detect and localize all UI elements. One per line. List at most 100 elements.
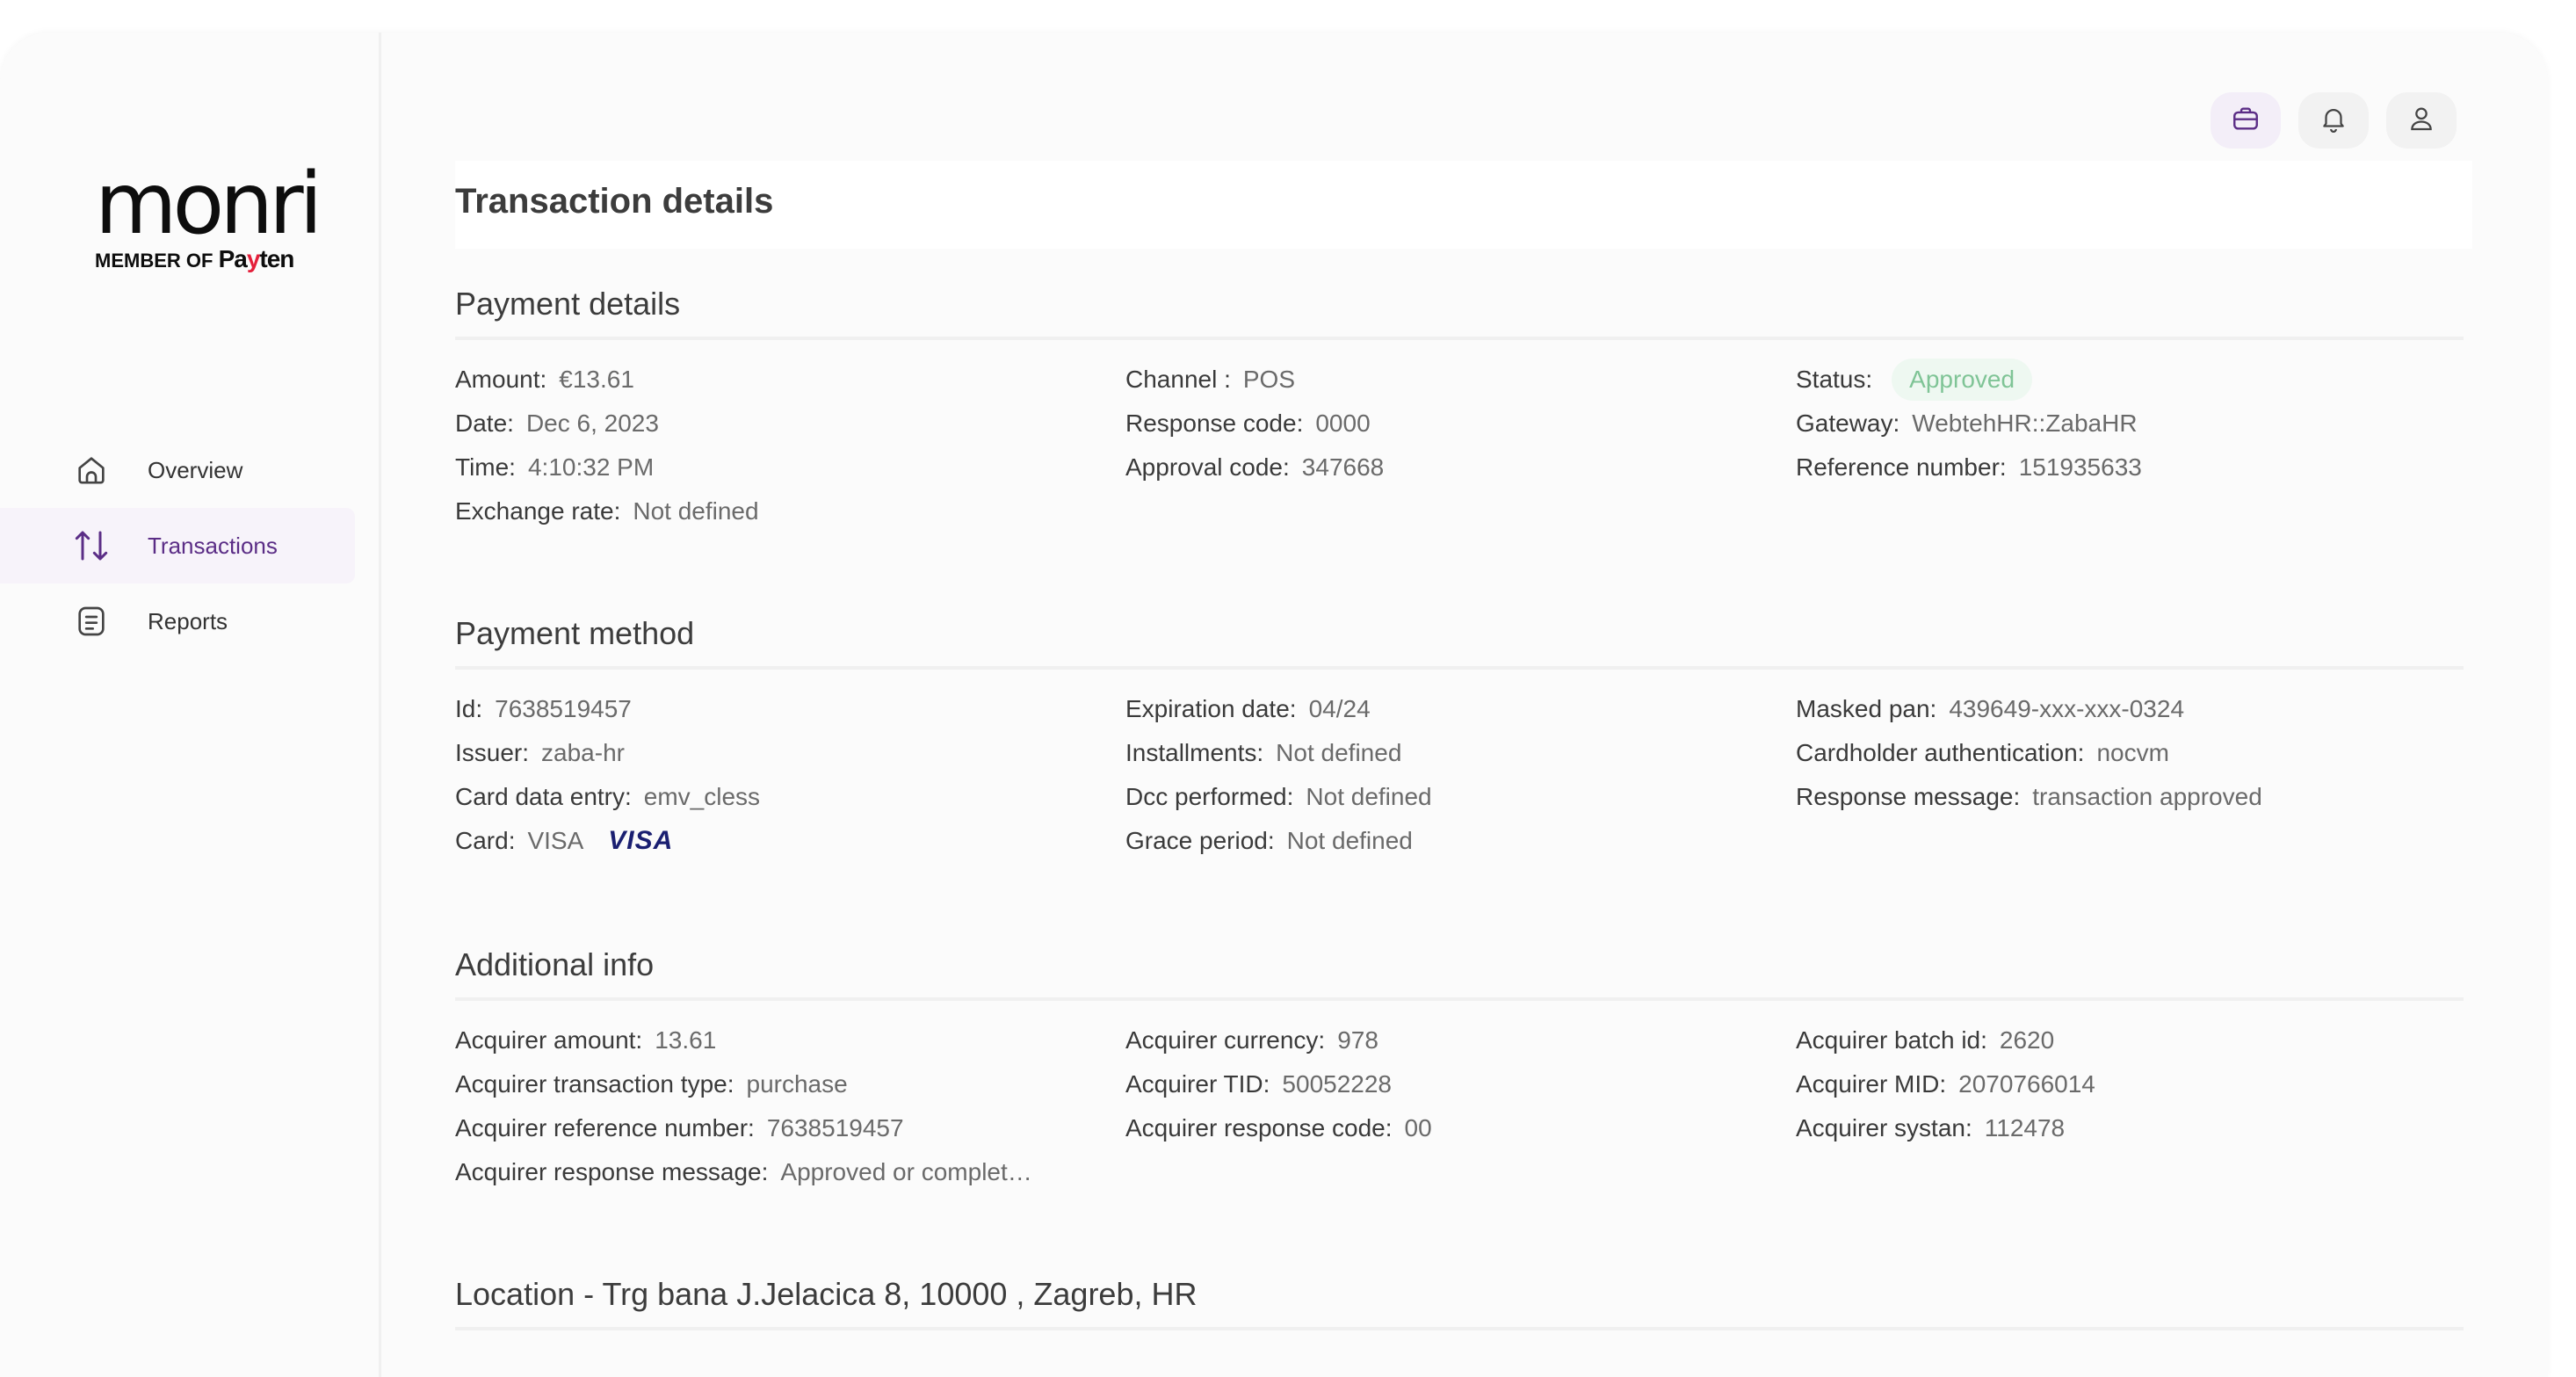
field-label: Masked pan: [1796, 695, 1937, 722]
field-column: Acquirer currency: 978 Acquirer TID: 50052… [1125, 1018, 1432, 1150]
field-label: Acquirer transaction type: [455, 1070, 734, 1098]
field-acquirer-transaction-type: Acquirer transaction type: purchase [455, 1062, 1032, 1106]
header-actions [2211, 92, 2457, 149]
bell-icon [2319, 104, 2348, 137]
field-acquirer-batch-id: Acquirer batch id: 2620 [1796, 1018, 2095, 1062]
field-value: €13.61 [559, 366, 634, 393]
field-acquirer-reference-number: Acquirer reference number: 7638519457 [455, 1106, 1032, 1150]
app-window: monri MEMBER OF Payten Overview Transact… [0, 33, 2548, 1377]
field-time: Time: 4:10:32 PM [455, 446, 759, 489]
field-value: 7638519457 [766, 1114, 904, 1141]
sidebar-item-label: Reports [148, 607, 228, 634]
field-value: 347668 [1301, 453, 1385, 481]
field-label: Acquirer systan: [1796, 1114, 1972, 1141]
section-title: Location - Trg bana J.Jelacica 8, 10000 … [455, 1276, 1198, 1312]
field-label: Response code: [1125, 409, 1304, 437]
field-acquirer-currency: Acquirer currency: 978 [1125, 1018, 1432, 1062]
field-value: 0000 [1315, 409, 1371, 437]
sidebar-item-overview[interactable]: Overview [0, 432, 355, 508]
field-value: 978 [1337, 1026, 1378, 1054]
field-dcc-performed: Dcc performed: Not defined [1125, 775, 1432, 819]
monri-logo[interactable]: monri MEMBER OF Payten [95, 162, 322, 272]
field-value: nocvm [2096, 739, 2169, 766]
field-value: 439649-xxx-xxx-0324 [1949, 695, 2185, 722]
notifications-button[interactable] [2298, 92, 2369, 149]
field-label: Card: [455, 827, 516, 854]
payten-wordmark: Payten [218, 245, 295, 272]
field-value: Approved or complet… [780, 1158, 1032, 1185]
field-label: Cardholder authentication: [1796, 739, 2085, 766]
field-installments: Installments: Not defined [1125, 731, 1432, 775]
field-value: 13.61 [655, 1026, 717, 1054]
field-column: Expiration date: 04/24 Installments: Not d… [1125, 687, 1432, 863]
transactions-icon [72, 526, 111, 565]
field-status: Status: Approved [1796, 358, 2142, 402]
payment-method-section: Payment method Id: 7638519457 Issuer: zaba… [455, 608, 2464, 855]
field-label: Issuer: [455, 739, 530, 766]
sidebar-nav: Overview Transactions Reports [0, 432, 355, 659]
field-label: Response message: [1796, 783, 2021, 810]
field-response-code: Response code: 0000 [1125, 402, 1384, 446]
payten-part-1: Pa [218, 245, 248, 272]
visa-logo: VISA [608, 826, 674, 855]
logo-subtitle: MEMBER OF Payten [95, 245, 300, 273]
profile-button[interactable] [2386, 92, 2457, 149]
field-value: 4:10:32 PM [527, 453, 655, 481]
field-value: zaba-hr [541, 739, 625, 766]
field-label: Date: [455, 409, 514, 437]
field-channel: Channel : POS [1125, 358, 1384, 402]
field-value: emv_cless [643, 783, 761, 810]
field-value: Dec 6, 2023 [525, 409, 659, 437]
field-value: 50052228 [1282, 1070, 1392, 1098]
section-title: Payment method [455, 615, 695, 651]
field-value: Not defined [1276, 739, 1402, 766]
field-value: transaction approved [2032, 783, 2262, 810]
field-expiration-date: Expiration date: 04/24 [1125, 687, 1432, 731]
field-acquirer-mid: Acquirer MID: 2070766014 [1796, 1062, 2095, 1106]
field-value: 7638519457 [495, 695, 632, 722]
user-icon [2406, 104, 2436, 137]
field-label: Acquirer TID: [1125, 1070, 1270, 1098]
section-divider [455, 337, 2464, 340]
reports-icon [72, 602, 111, 641]
field-label: Expiration date: [1125, 695, 1297, 722]
field-label: Approval code: [1125, 453, 1290, 481]
field-value: 04/24 [1308, 695, 1371, 722]
field-grace-period: Grace period: Not defined [1125, 819, 1432, 863]
field-id: Id: 7638519457 [455, 687, 760, 731]
field-value: 00 [1404, 1114, 1432, 1141]
field-card-data-entry: Card data entry: emv_cless [455, 775, 760, 819]
sidebar-item-transactions[interactable]: Transactions [0, 508, 355, 583]
payment-details-section: Payment details Amount: €13.61 Date: Dec 6… [455, 279, 2464, 525]
field-label: Amount: [455, 366, 547, 393]
field-label: Acquirer currency: [1125, 1026, 1326, 1054]
field-value: POS [1242, 366, 1296, 393]
field-column: Masked pan: 439649-xxx-xxx-0324 Cardholde… [1796, 687, 2262, 819]
field-label: Grace period: [1125, 827, 1275, 854]
additional-info-section: Additional info Acquirer amount: 13.61 Ac… [455, 939, 2464, 1185]
section-title: Payment details [455, 286, 681, 322]
field-label: Acquirer batch id: [1796, 1026, 1987, 1054]
field-label: Reference number: [1796, 453, 2007, 481]
field-value: Not defined [1306, 783, 1432, 810]
section-divider [455, 1327, 2464, 1330]
location-section: Location - Trg bana J.Jelacica 8, 10000 … [455, 1269, 2464, 1330]
home-icon [72, 451, 111, 489]
payten-part-2: y [246, 245, 261, 272]
field-issuer: Issuer: zaba-hr [455, 731, 760, 775]
field-label: Dcc performed: [1125, 783, 1294, 810]
field-gateway: Gateway: WebtehHR::ZabaHR [1796, 402, 2142, 446]
field-label: Acquirer MID: [1796, 1070, 1947, 1098]
field-label: Time: [455, 453, 516, 481]
field-value: 112478 [1984, 1114, 2066, 1141]
field-label: Acquirer response code: [1125, 1114, 1393, 1141]
sidebar-item-label: Transactions [148, 532, 278, 559]
field-column: Status: Approved Gateway: WebtehHR::ZabaHR… [1796, 358, 2142, 489]
sidebar: monri MEMBER OF Payten Overview Transact… [0, 33, 381, 1377]
sidebar-item-reports[interactable]: Reports [0, 583, 355, 659]
field-label: Status: [1796, 366, 1873, 393]
briefcase-button[interactable] [2211, 92, 2281, 149]
field-column: Acquirer batch id: 2620 Acquirer MID: 2070… [1796, 1018, 2095, 1150]
field-label: Acquirer amount: [455, 1026, 643, 1054]
field-column: Amount: €13.61 Date: Dec 6, 2023 Time: 4:10… [455, 358, 759, 533]
